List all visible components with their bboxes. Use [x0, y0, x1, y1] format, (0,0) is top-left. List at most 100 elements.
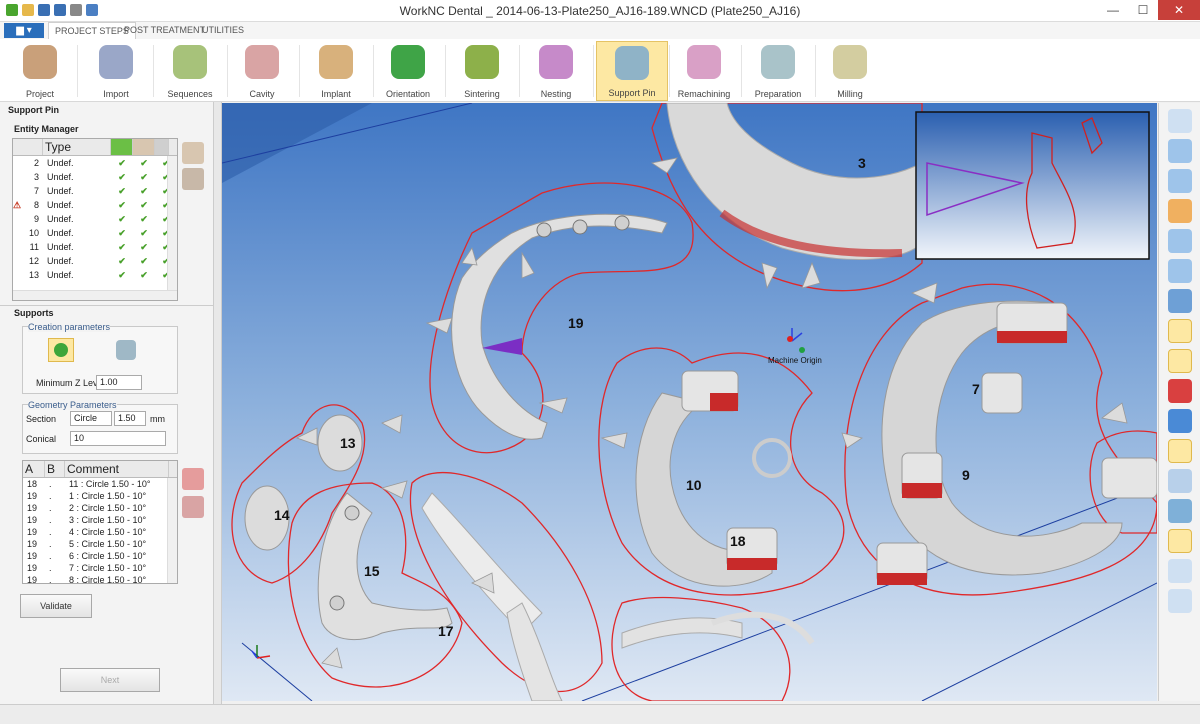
grid-icon[interactable]	[1167, 559, 1192, 583]
shading-icon[interactable]	[1167, 349, 1192, 373]
view-front-icon[interactable]	[1167, 169, 1192, 193]
display-mode-icon[interactable]	[1167, 319, 1192, 343]
ribbon-sequences-button[interactable]: Sequences	[154, 41, 226, 101]
color-wheel-icon[interactable]	[1167, 439, 1192, 463]
check-icon[interactable]: ✔	[111, 198, 133, 212]
add-support-icon[interactable]	[182, 142, 204, 164]
pin-icon[interactable]	[155, 139, 169, 155]
check-icon[interactable]: ✔	[133, 240, 155, 254]
ribbon-cavity-button[interactable]: Cavity	[226, 41, 298, 101]
view-side-icon[interactable]	[1167, 199, 1192, 223]
warning-view-icon[interactable]	[1167, 529, 1192, 553]
check-icon[interactable]: ✔	[133, 268, 155, 282]
view-top-icon[interactable]	[1167, 229, 1192, 253]
comment-grid[interactable]: A B Comment 18. 11 : Circle 1.50 - 10° 19.…	[22, 460, 178, 586]
conical-input[interactable]: 10	[70, 431, 166, 446]
comment-row[interactable]: 19. 1 : Circle 1.50 - 10°	[23, 490, 177, 502]
tab-utilities[interactable]: UTILITIES	[196, 22, 250, 39]
ribbon-sintering-button[interactable]: Sintering	[446, 41, 518, 101]
entity-row[interactable]: 12 Undef. ✔ ✔ ✔	[13, 254, 177, 268]
check-icon[interactable]: ✔	[111, 212, 133, 226]
target-icon[interactable]	[1167, 589, 1192, 613]
comment-row[interactable]: 19. 6 : Circle 1.50 - 10°	[23, 550, 177, 562]
comment-row[interactable]: 19. 8 : Circle 1.50 - 10°	[23, 574, 177, 586]
ribbon-preparation-button[interactable]: Preparation	[742, 41, 814, 101]
ribbon-project-button[interactable]: Project	[4, 41, 76, 101]
entity-hscrollbar[interactable]	[13, 290, 177, 300]
entity-row[interactable]: 2 Undef. ✔ ✔ ✔	[13, 156, 177, 170]
entity-row[interactable]: 11 Undef. ✔ ✔ ✔	[13, 240, 177, 254]
ribbon-tabs: ▆ ▾ PROJECT STEPS POST TREATMENT UTILITI…	[0, 22, 1200, 39]
comment-column-header[interactable]: Comment	[65, 461, 169, 477]
maximize-button[interactable]: ☐	[1128, 0, 1158, 20]
check-icon[interactable]: ✔	[133, 212, 155, 226]
support-list-icon[interactable]	[182, 168, 204, 190]
ribbon-milling-button[interactable]: Milling	[814, 41, 886, 101]
zoom-icon[interactable]	[1167, 109, 1192, 133]
check-icon[interactable]: ✔	[111, 226, 133, 240]
validate-button[interactable]: Validate	[20, 594, 92, 618]
view-iso-icon[interactable]	[1167, 259, 1192, 283]
comment-row[interactable]: 19. 2 : Circle 1.50 - 10°	[23, 502, 177, 514]
column-a-header[interactable]: A	[23, 461, 45, 477]
entity-row[interactable]: 9 Undef. ✔ ✔ ✔	[13, 212, 177, 226]
ribbon-orientation-button[interactable]: Orientation	[372, 41, 444, 101]
ribbon-implant-button[interactable]: Implant	[300, 41, 372, 101]
green-part-icon[interactable]	[111, 139, 133, 155]
3d-viewport[interactable]: 3 19 7 9 13 10 18 14 15 17 Machine Origin	[222, 103, 1157, 701]
clip-icon[interactable]	[1167, 379, 1192, 403]
close-button[interactable]: ✕	[1158, 0, 1200, 20]
check-icon[interactable]: ✔	[133, 254, 155, 268]
delete-all-supports-icon[interactable]	[182, 496, 204, 518]
comment-row[interactable]: 19. 7 : Circle 1.50 - 10°	[23, 562, 177, 574]
check-icon[interactable]: ✔	[133, 184, 155, 198]
comment-row[interactable]: 19. 4 : Circle 1.50 - 10°	[23, 526, 177, 538]
check-icon[interactable]: ✔	[133, 198, 155, 212]
min-z-input[interactable]: 1.00	[96, 375, 142, 390]
support-icon[interactable]	[133, 139, 155, 155]
application-menu-button[interactable]: ▆ ▾	[4, 23, 44, 38]
section-plane-icon[interactable]	[1167, 409, 1192, 433]
column-b-header[interactable]: B	[45, 461, 65, 477]
section-size-select[interactable]: 1.50	[114, 411, 146, 426]
entity-row[interactable]: 7 Undef. ✔ ✔ ✔	[13, 184, 177, 198]
comment-row[interactable]: 19. 3 : Circle 1.50 - 10°	[23, 514, 177, 526]
ribbon-remachining-button[interactable]: Remachining	[668, 41, 740, 101]
axes-icon[interactable]	[1167, 289, 1192, 313]
cylinder-icon[interactable]	[1167, 469, 1192, 493]
check-icon[interactable]: ✔	[133, 170, 155, 184]
ribbon-nesting-button[interactable]: Nesting	[520, 41, 592, 101]
check-icon[interactable]: ✔	[111, 170, 133, 184]
check-icon[interactable]: ✔	[111, 254, 133, 268]
entity-row[interactable]: 10 Undef. ✔ ✔ ✔	[13, 226, 177, 240]
view-cube-icon[interactable]	[1167, 139, 1192, 163]
check-icon[interactable]: ✔	[111, 240, 133, 254]
type-column-header[interactable]: Type	[43, 139, 111, 155]
measure-icon[interactable]	[1167, 499, 1192, 523]
entity-row[interactable]: 13 Undef. ✔ ✔ ✔	[13, 268, 177, 282]
minimize-button[interactable]: —	[1098, 0, 1128, 20]
ribbon-button-label: Nesting	[540, 89, 572, 99]
entity-row[interactable]: ⚠ 8 Undef. ✔ ✔ ✔	[13, 198, 177, 212]
check-icon[interactable]: ✔	[111, 268, 133, 282]
check-icon[interactable]: ✔	[133, 156, 155, 170]
entity-scrollbar[interactable]	[167, 156, 177, 290]
comment-row[interactable]: 19. 5 : Circle 1.50 - 10°	[23, 538, 177, 550]
check-icon[interactable]: ✔	[111, 184, 133, 198]
entity-grid[interactable]: Type 2 Undef. ✔ ✔ ✔ 3 Undef. ✔ ✔ ✔ 7 Undef. ✔ ✔ ✔ ⚠ 8 Und…	[12, 138, 178, 301]
section-select[interactable]: Circle	[70, 411, 112, 426]
comment-row[interactable]: 18. 11 : Circle 1.50 - 10°	[23, 478, 177, 490]
pin-edit-icon[interactable]	[116, 340, 136, 360]
ribbon-button-label: Project	[25, 89, 54, 99]
panel-title: Support Pin	[8, 105, 59, 115]
ribbon-support-pin-button[interactable]: Support Pin	[596, 41, 668, 101]
comment-scrollbar[interactable]	[167, 478, 177, 583]
check-icon[interactable]: ✔	[111, 156, 133, 170]
delete-support-icon[interactable]	[182, 468, 204, 490]
panel-splitter[interactable]	[214, 102, 222, 704]
check-icon[interactable]: ✔	[133, 226, 155, 240]
entity-row[interactable]: 3 Undef. ✔ ✔ ✔	[13, 170, 177, 184]
next-button[interactable]: Next	[60, 668, 160, 692]
ribbon-import-button[interactable]: Import	[80, 41, 152, 101]
create-pin-button[interactable]	[48, 338, 74, 362]
